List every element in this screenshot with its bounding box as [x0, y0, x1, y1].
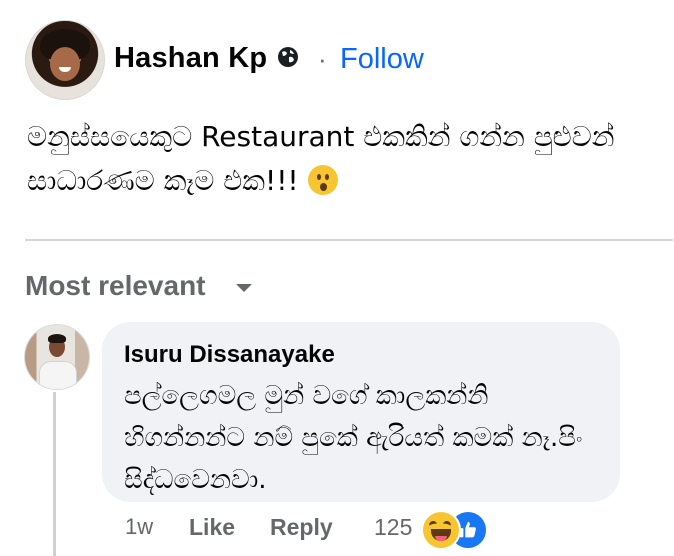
post-text-line: සාධාරණම කෑම එක!!!	[27, 159, 647, 203]
surprised-emoji-icon	[307, 165, 338, 195]
sort-comments-button[interactable]: Most relevant	[25, 270, 206, 302]
follow-button[interactable]: Follow	[340, 43, 424, 76]
post-text-line: මනුස්සයෙකුට Restaurant එකකින් ගන්න පුළුව…	[27, 120, 615, 153]
commenter-name[interactable]: Isuru Dissanayake	[124, 341, 335, 369]
divider	[25, 239, 673, 241]
post-text-line-content: සාධාරණම කෑම එක!!!	[27, 164, 299, 197]
post-text: මනුස්සයෙකුට Restaurant එකකින් ගන්න පුළුව…	[27, 115, 647, 203]
separator-dot: ·	[318, 44, 327, 74]
thread-line	[53, 392, 56, 556]
commenter-avatar[interactable]	[24, 324, 90, 390]
reaction-count[interactable]: 125	[374, 514, 412, 541]
reply-button[interactable]: Reply	[270, 514, 333, 541]
chevron-down-icon[interactable]	[236, 284, 252, 292]
haha-icon[interactable]	[421, 510, 461, 550]
comment-text-line: පල්ලෙගමල මුන් වගේ කාලකන්නි	[124, 381, 489, 411]
author-name[interactable]: Hashan Kp	[114, 42, 267, 75]
comment-text-line: හිගන්නන්ට නම් පුකේ ඇරියත් කමක් නෑ.පිං	[124, 423, 583, 453]
like-button[interactable]: Like	[189, 514, 235, 541]
comment-timestamp[interactable]: 1w	[125, 514, 153, 540]
comment-text: පල්ලෙගමල මුන් වගේ කාලකන්නි හිගන්නන්ට නම්…	[124, 375, 604, 501]
comment-text-line: සිද්ධවෙනවා.	[124, 465, 267, 495]
globe-icon	[276, 45, 300, 69]
author-avatar[interactable]	[25, 20, 105, 100]
